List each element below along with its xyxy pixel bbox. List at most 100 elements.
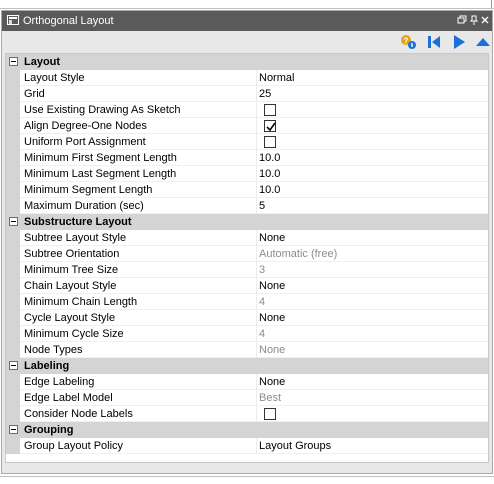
row-gutter (6, 278, 20, 294)
property-name: Cycle Layout Style (24, 312, 116, 324)
row-gutter (6, 150, 20, 166)
property-row-edge-labeling[interactable]: Edge Labeling None (6, 374, 488, 390)
property-name: Minimum First Segment Length (24, 152, 177, 164)
property-row-use-existing-drawing-as-sketch[interactable]: Use Existing Drawing As Sketch (6, 102, 488, 118)
category-layout[interactable]: Layout (6, 54, 488, 70)
property-row-align-degree-one-nodes[interactable]: Align Degree-One Nodes (6, 118, 488, 134)
row-gutter (6, 326, 20, 342)
column-divider (256, 230, 257, 246)
panel-title-bar[interactable]: Orthogonal Layout (2, 11, 492, 31)
property-name: Edge Label Model (24, 392, 113, 404)
collapse-toggle-icon[interactable] (9, 425, 18, 434)
column-divider (256, 246, 257, 262)
restore-icon[interactable] (457, 14, 467, 26)
checkbox-unchecked[interactable] (264, 104, 276, 116)
property-row-maximum-duration-sec[interactable]: Maximum Duration (sec) 5 (6, 198, 488, 214)
row-gutter (6, 406, 20, 422)
property-name: Minimum Segment Length (24, 184, 153, 196)
collapse-toggle-icon[interactable] (9, 57, 18, 66)
property-value: None (259, 344, 286, 356)
property-row-minimum-chain-length[interactable]: Minimum Chain Length 4 (6, 294, 488, 310)
category-label: Grouping (24, 424, 74, 436)
row-gutter (6, 438, 20, 454)
category-substructure-layout[interactable]: Substructure Layout (6, 214, 488, 230)
property-row-chain-layout-style[interactable]: Chain Layout Style None (6, 278, 488, 294)
category-grouping[interactable]: Grouping (6, 422, 488, 438)
property-value[interactable]: None (259, 230, 285, 246)
pin-icon[interactable] (469, 14, 479, 26)
column-divider (256, 150, 257, 166)
column-divider (256, 342, 257, 358)
property-row-minimum-tree-size[interactable]: Minimum Tree Size 3 (6, 262, 488, 278)
property-row-subtree-orientation[interactable]: Subtree Orientation Automatic (free) (6, 246, 488, 262)
property-value[interactable]: 5 (259, 198, 265, 214)
column-divider (256, 182, 257, 198)
run-layout-icon[interactable] (450, 34, 468, 50)
category-labeling[interactable]: Labeling (6, 358, 488, 374)
column-divider (256, 102, 257, 118)
property-row-cycle-layout-style[interactable]: Cycle Layout Style None (6, 310, 488, 326)
collapse-toggle-icon[interactable] (9, 361, 18, 370)
property-value[interactable]: 25 (259, 86, 271, 102)
checkbox-unchecked[interactable] (264, 136, 276, 148)
property-value: Best (259, 392, 282, 404)
panel-toolbar: ? (2, 31, 492, 53)
property-value[interactable]: None (259, 278, 285, 294)
property-row-layout-style[interactable]: Layout Style Normal (6, 70, 488, 86)
row-gutter (6, 342, 20, 358)
column-divider (256, 118, 257, 134)
panel-title: Orthogonal Layout (23, 15, 114, 27)
property-row-node-types[interactable]: Node Types None (6, 342, 488, 358)
property-value[interactable]: Normal (259, 70, 294, 86)
column-divider (256, 86, 257, 102)
row-gutter (6, 390, 20, 406)
window-icon (7, 15, 19, 25)
row-gutter (6, 310, 20, 326)
property-row-minimum-cycle-size[interactable]: Minimum Cycle Size 4 (6, 326, 488, 342)
svg-text:?: ? (404, 37, 409, 46)
property-value[interactable]: None (259, 310, 285, 326)
property-value[interactable]: None (259, 374, 285, 390)
column-divider (256, 294, 257, 310)
property-name: Uniform Port Assignment (24, 136, 146, 148)
property-row-minimum-last-segment-length[interactable]: Minimum Last Segment Length 10.0 (6, 166, 488, 182)
column-divider (256, 278, 257, 294)
property-name: Minimum Cycle Size (24, 328, 124, 340)
property-value[interactable]: 10.0 (259, 182, 280, 198)
property-row-minimum-first-segment-length[interactable]: Minimum First Segment Length 10.0 (6, 150, 488, 166)
row-gutter (6, 70, 20, 86)
property-row-grid[interactable]: Grid 25 (6, 86, 488, 102)
collapse-toggle-icon[interactable] (9, 217, 18, 226)
property-name: Maximum Duration (sec) (24, 200, 144, 212)
property-value[interactable]: Layout Groups (259, 438, 331, 454)
row-gutter (6, 166, 20, 182)
column-divider (256, 198, 257, 214)
orthogonal-layout-panel: Orthogonal Layout ? Layout Layout Style … (1, 10, 493, 474)
close-icon[interactable] (480, 14, 490, 26)
property-value[interactable]: 10.0 (259, 150, 280, 166)
property-name: Group Layout Policy (24, 440, 124, 452)
checkbox-unchecked[interactable] (264, 408, 276, 420)
collapse-icon[interactable] (474, 34, 492, 50)
top-panel-edge (0, 0, 494, 9)
row-gutter (6, 374, 20, 390)
column-divider (256, 326, 257, 342)
property-name: Consider Node Labels (24, 408, 133, 420)
property-row-minimum-segment-length[interactable]: Minimum Segment Length 10.0 (6, 182, 488, 198)
property-value[interactable]: 10.0 (259, 166, 280, 182)
property-row-group-layout-policy[interactable]: Group Layout Policy Layout Groups (6, 438, 488, 454)
property-row-uniform-port-assignment[interactable]: Uniform Port Assignment (6, 134, 488, 150)
row-gutter (6, 86, 20, 102)
settings-info-icon[interactable]: ? (399, 34, 417, 50)
property-name: Layout Style (24, 72, 85, 84)
column-divider (256, 262, 257, 278)
category-label: Labeling (24, 360, 70, 372)
property-row-consider-node-labels[interactable]: Consider Node Labels (6, 406, 488, 422)
property-name: Align Degree-One Nodes (24, 120, 147, 132)
row-gutter (6, 230, 20, 246)
checkbox-checked[interactable] (264, 120, 276, 132)
property-row-edge-label-model[interactable]: Edge Label Model Best (6, 390, 488, 406)
property-row-subtree-layout-style[interactable]: Subtree Layout Style None (6, 230, 488, 246)
reset-to-start-icon[interactable] (425, 34, 443, 50)
property-name: Subtree Layout Style (24, 232, 127, 244)
